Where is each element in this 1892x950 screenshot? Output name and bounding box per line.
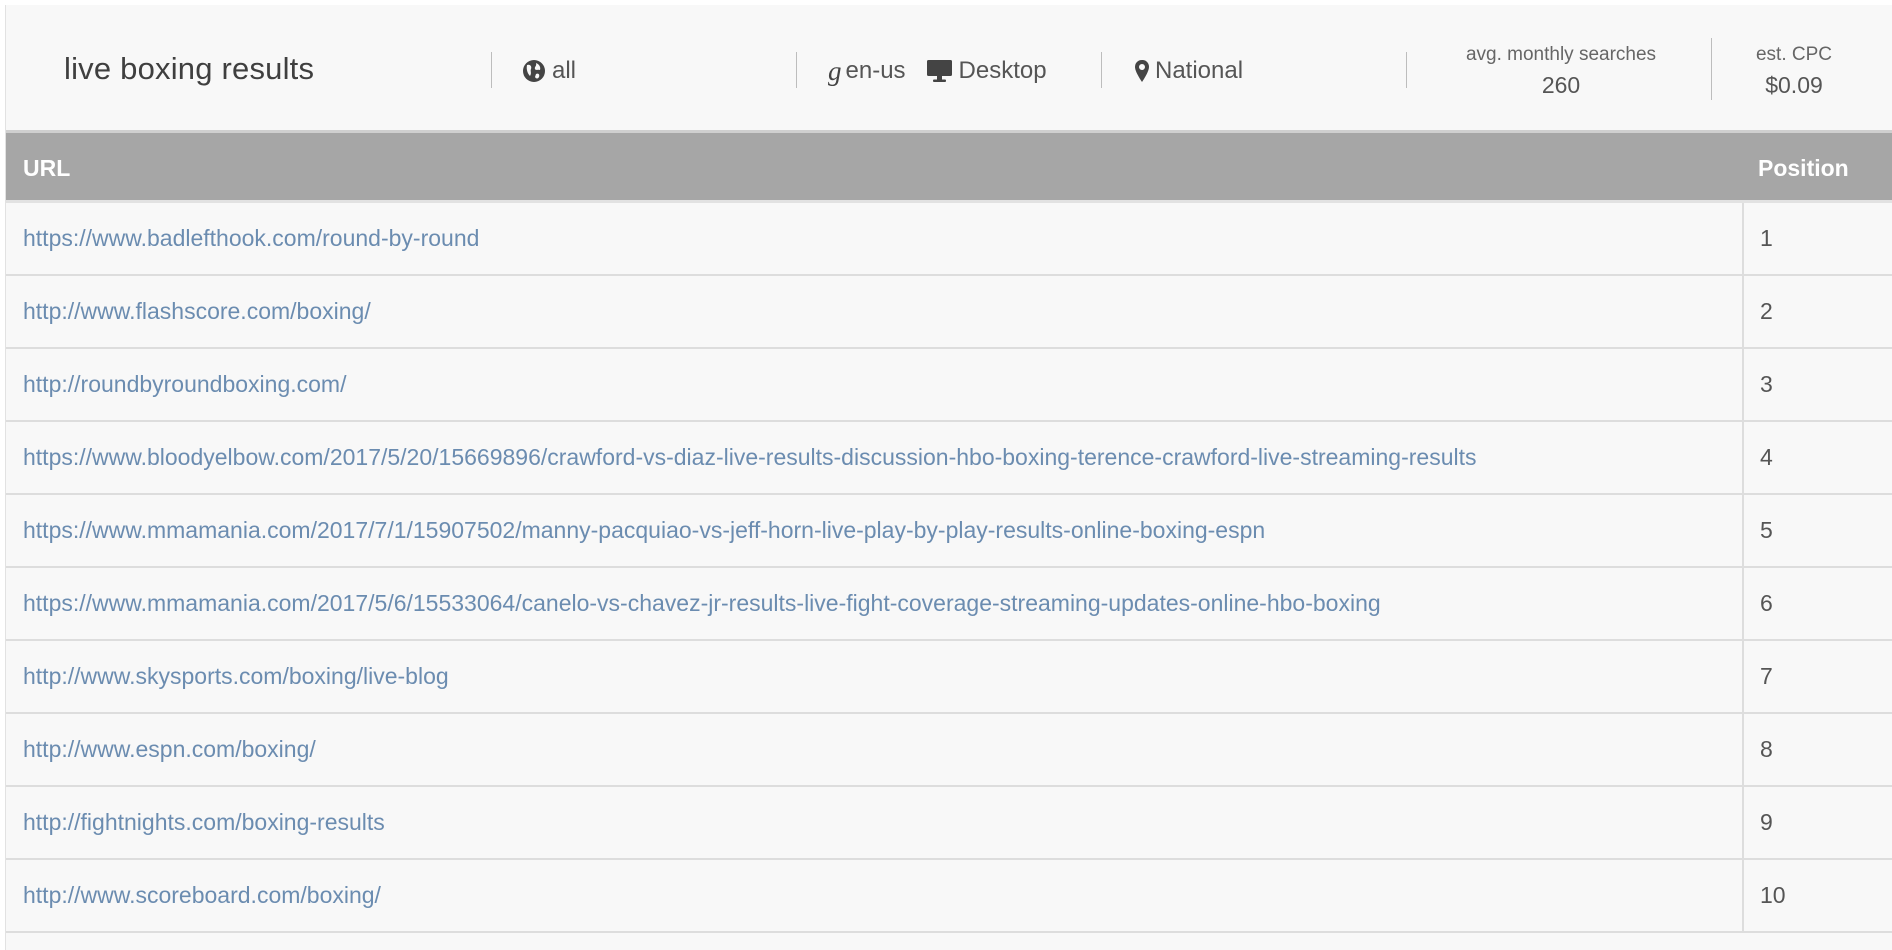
table-row: https://www.mmamania.com/2017/5/6/155330…: [6, 568, 1892, 641]
cpc-label: est. CPC: [1734, 44, 1854, 66]
column-divider: [1742, 641, 1744, 712]
globe-icon: [522, 59, 546, 83]
result-position: 10: [1760, 882, 1786, 909]
avg-searches-value: 260: [1446, 72, 1676, 99]
table-row: http://fightnights.com/boxing-results 9: [6, 787, 1892, 860]
table-row: http://www.flashscore.com/boxing/2: [6, 276, 1892, 349]
cpc-value: $0.09: [1734, 72, 1854, 99]
location-label: National: [1155, 57, 1243, 85]
keyword-title: live boxing results: [64, 51, 314, 87]
column-divider: [1742, 422, 1744, 493]
result-url-link[interactable]: http://www.espn.com/boxing/: [23, 736, 316, 763]
result-position: 3: [1760, 371, 1773, 398]
result-position: 7: [1760, 663, 1773, 690]
table-row: http://roundbyroundboxing.com/3: [6, 349, 1892, 422]
result-url-link[interactable]: https://www.mmamania.com/2017/7/1/159075…: [23, 517, 1265, 544]
result-position: 1: [1760, 225, 1773, 252]
result-position: 5: [1760, 517, 1773, 544]
result-position: 6: [1760, 590, 1773, 617]
table-row: https://www.mmamania.com/2017/7/1/159075…: [6, 495, 1892, 568]
column-divider: [1742, 568, 1744, 639]
table-row: https://www.bloodyelbow.com/2017/5/20/15…: [6, 422, 1892, 495]
column-header-position[interactable]: Position: [1758, 155, 1849, 182]
header-divider: [491, 52, 492, 88]
result-url-link[interactable]: http://roundbyroundboxing.com/: [23, 371, 346, 398]
column-header-url[interactable]: URL: [23, 155, 70, 182]
desktop-icon: [926, 59, 953, 83]
column-divider: [1742, 787, 1744, 858]
column-divider: [1742, 860, 1744, 931]
result-position: 4: [1760, 444, 1773, 471]
result-url-link[interactable]: http://fightnights.com/boxing-results: [23, 809, 385, 836]
result-url-link[interactable]: https://www.mmamania.com/2017/5/6/155330…: [23, 590, 1381, 617]
avg-searches-label: avg. monthly searches: [1446, 44, 1676, 66]
column-divider: [1742, 714, 1744, 785]
table-row: http://www.skysports.com/boxing/live-blo…: [6, 641, 1892, 714]
result-position: 9: [1760, 809, 1773, 836]
column-divider: [1742, 203, 1744, 274]
header-divider: [796, 52, 797, 88]
device-label: Desktop: [959, 57, 1047, 85]
column-divider: [1742, 276, 1744, 347]
scope-filter: all: [522, 57, 576, 85]
result-url-link[interactable]: http://www.skysports.com/boxing/live-blo…: [23, 663, 449, 690]
header-divider: [1406, 52, 1407, 88]
result-position: 8: [1760, 736, 1773, 763]
column-divider: [1742, 349, 1744, 420]
results-table-body: https://www.badlefthook.com/round-by-rou…: [6, 203, 1892, 933]
engine-device-filter: g en-us Desktop: [828, 57, 1047, 85]
results-table-header: URL Position: [6, 130, 1892, 203]
result-position: 2: [1760, 298, 1773, 325]
scope-label: all: [552, 57, 576, 85]
header-divider: [1711, 38, 1712, 100]
column-divider: [1742, 495, 1744, 566]
result-url-link[interactable]: http://www.scoreboard.com/boxing/: [23, 882, 381, 909]
avg-monthly-searches: avg. monthly searches 260: [1446, 44, 1676, 99]
table-row: https://www.badlefthook.com/round-by-rou…: [6, 203, 1892, 276]
result-url-link[interactable]: https://www.badlefthook.com/round-by-rou…: [23, 225, 479, 252]
header-divider: [1101, 52, 1102, 88]
table-row: http://www.espn.com/boxing/8: [6, 714, 1892, 787]
table-row: http://www.scoreboard.com/boxing/10: [6, 860, 1892, 933]
result-url-link[interactable]: https://www.bloodyelbow.com/2017/5/20/15…: [23, 444, 1476, 471]
estimated-cpc: est. CPC $0.09: [1734, 44, 1854, 99]
result-url-link[interactable]: http://www.flashscore.com/boxing/: [23, 298, 371, 325]
keyword-header: live boxing results all g en-us: [6, 5, 1892, 130]
location-filter: National: [1134, 57, 1243, 85]
locale-label: en-us: [846, 57, 906, 85]
map-marker-icon: [1134, 59, 1150, 83]
google-g-icon: g: [828, 58, 842, 85]
keyword-report-panel: live boxing results all g en-us: [5, 5, 1892, 950]
